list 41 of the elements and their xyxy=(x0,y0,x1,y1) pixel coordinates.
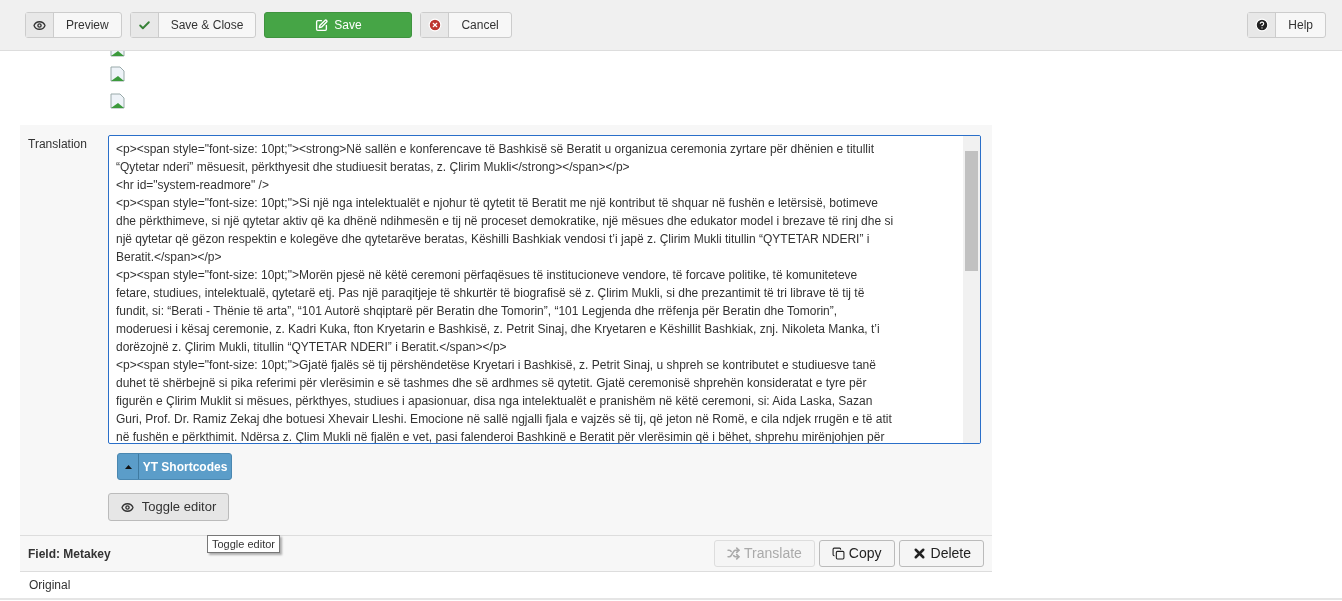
textarea-line: duhet të shërbejnë si pika referimi për vlerësimin e së tashmes dhe së ardhmes së qytetit. Gjatë ceremonisë shprehën konsideratat e tyre për xyxy=(116,375,868,392)
textarea-line: “Qytetar nderi” mësuesit, përkthyesit dhe studiuesit beratas, z. Çlirim Mukli</strong></span></p> xyxy=(116,159,631,176)
shuffle-icon xyxy=(727,547,740,560)
textarea-line: një qytetar që gëzon respektin e kolegëve dhe qytetarëve beratas, Këshilli Bashkiak vendosi t’i japë z. Çlirim Mukli titullin “QYTETAR NDERI” i xyxy=(116,231,871,248)
original-label: Original xyxy=(29,577,71,594)
textarea-line: moderuesi i kësaj ceremonie, z. Kadri Kuka, fton Kryetarin e Bashkisë, z. Petrit Sinaj, dhe Kryetaren e Këshillit Bashkiak, znj. Nikoleta Manka, t’i xyxy=(116,321,881,338)
broken-image-icon xyxy=(110,93,126,109)
help-button[interactable]: Help xyxy=(1247,12,1326,38)
textarea-line: <p><span style="font-size: 10pt;">Si një nga intelektualët e njohur të qytetit të Beratit me një kontribut të shquar në fushën e letërsisë, botimeve xyxy=(116,195,879,212)
textarea-line: dorëzojnë z. Çlirim Mukli, titullin “QYTETAR NDERI” i Beratit.</span></p> xyxy=(116,339,508,356)
textarea-line: fundit, si: “Berati - Thënie të arta”, “101 Autorë shqiptarë për Beratin dhe Tomorin”, “101 Legjenda dhe rrëfenja për Beratin dhe Tomorin”, xyxy=(116,303,839,320)
field-title: Field: Metakey xyxy=(28,545,111,563)
textarea-line: në fushën e përkthimit. Ndërsa z. Çlim Mukli në fjalën e vet, pasi falenderoi Bashkinë e Beratit për vlerësimin që i bëhet, shprehu mirënjohjen për xyxy=(116,429,886,443)
tooltip: Toggle editor xyxy=(207,535,280,553)
scrollbar[interactable] xyxy=(963,136,980,443)
textarea-line: fetare, studiues, intelektualë, qytetarë etj. Pas një paraqitjeje të shkurtër të biografisë së z. Çlirim Mukli, si dhe prezantimit të tri librave të tij të xyxy=(116,285,866,302)
textarea-line: <p><span style="font-size: 10pt;"><strong>Në sallën e konferencave të Bashkisë së Beratit u organizua ceremonia zyrtare për dhënien e titullit xyxy=(116,141,875,158)
textarea-line: <hr id="system-readmore" /> xyxy=(116,177,270,194)
textarea-line: figurën e Çlirim Muklit si mësues, përkthyes, studiues i apasionuar, disa nga intelektualët e pranishëm në këtë ceremoni, si: Aida Laska, Sazan xyxy=(116,393,874,410)
copy-icon xyxy=(831,547,845,560)
edit-icon xyxy=(315,18,329,32)
textarea-line: <p><span style="font-size: 10pt;">Gjatë fjalës së tij përshëndetëse Kryetari i Bashkisë, z. Petrit Sinaj, u shpreh se kontributet e studiuesve tanë xyxy=(116,357,877,374)
textarea-line: dhe përkthimeve, si një qytetar aktiv që ka dhënë ndihmesën e tij në proceset demokratike, një mësues dhe edukator model i brezave të rinj dhe si xyxy=(116,213,895,230)
save-close-button[interactable]: Save & Close xyxy=(129,12,257,38)
textarea-line: Guri, Prof. Dr. Ramiz Zekaj dhe botuesi Xhevair Lleshi. Emocione në sallë ngjalli fjala e vajzës së tij, që jeton në Romë, e cila ndjek rrugën e të atit xyxy=(116,411,893,428)
cancel-button[interactable]: Cancel xyxy=(420,12,512,38)
help-icon xyxy=(1254,18,1269,32)
copy-button[interactable]: Copy xyxy=(818,540,895,567)
caret-icon xyxy=(124,464,132,469)
translation-textarea[interactable] xyxy=(108,135,981,444)
textarea-line: Beratit.</span></p> xyxy=(116,249,223,266)
preview-button[interactable]: Preview xyxy=(25,12,122,38)
check-icon xyxy=(137,18,151,32)
eye-icon xyxy=(120,500,134,514)
textarea-line: <p><span style="font-size: 10pt;">Morën pjesë në këtë ceremoni përfaqësues të institucioneve vendore, të forcave politike, të komuniteteve xyxy=(116,267,859,284)
delete-button[interactable]: Delete xyxy=(898,540,984,567)
translation-label: Translation xyxy=(27,136,88,151)
broken-image-icon xyxy=(110,66,126,82)
close-icon xyxy=(427,18,442,32)
toggle-editor-button[interactable]: Toggle editor xyxy=(108,493,229,521)
eye-icon xyxy=(33,18,46,32)
